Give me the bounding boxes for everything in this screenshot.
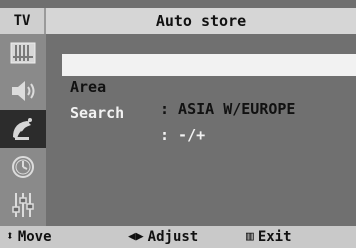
picture-icon <box>10 42 36 64</box>
channel-menu-item[interactable] <box>0 110 46 148</box>
area-row[interactable]: Area : ASIA W/EUROPE <box>62 54 356 118</box>
source-label: TV <box>0 8 46 34</box>
tv-osd-menu: TV Auto store Area: ASIA W/EUROPE Searc… <box>0 0 356 248</box>
move-label: Move <box>17 229 52 245</box>
exit-hint: ▥ Exit <box>246 226 292 248</box>
timer-menu-item[interactable] <box>0 148 46 186</box>
sound-icon <box>12 81 35 101</box>
search-row[interactable]: Search : -/+ <box>62 80 356 144</box>
timer-icon <box>12 156 34 178</box>
sound-menu-item[interactable] <box>0 72 46 110</box>
menu-icon-strip <box>0 34 46 226</box>
setup-icon <box>12 193 34 217</box>
adjust-label: Adjust <box>147 229 199 245</box>
menu-title: Auto store <box>46 8 356 34</box>
move-hint: ⬍ Move <box>6 226 52 248</box>
menu-icon: ▥ <box>246 229 254 244</box>
menu-panel: Area : ASIA W/EUROPE Search : -/+ <box>46 34 356 226</box>
setup-menu-item[interactable] <box>0 186 46 224</box>
left-right-arrow-icon: ◀▶ <box>128 229 144 244</box>
footer-help-bar: ⬍ Move ◀▶ Adjust ▥ Exit <box>0 226 356 248</box>
adjust-hint: ◀▶ Adjust <box>128 226 198 248</box>
search-label: Search <box>70 104 125 122</box>
search-value: : -/+ <box>160 126 206 144</box>
exit-label: Exit <box>257 229 292 245</box>
channel-icon <box>13 118 32 140</box>
picture-menu-item[interactable] <box>0 34 46 72</box>
up-down-arrow-icon: ⬍ <box>6 229 14 244</box>
